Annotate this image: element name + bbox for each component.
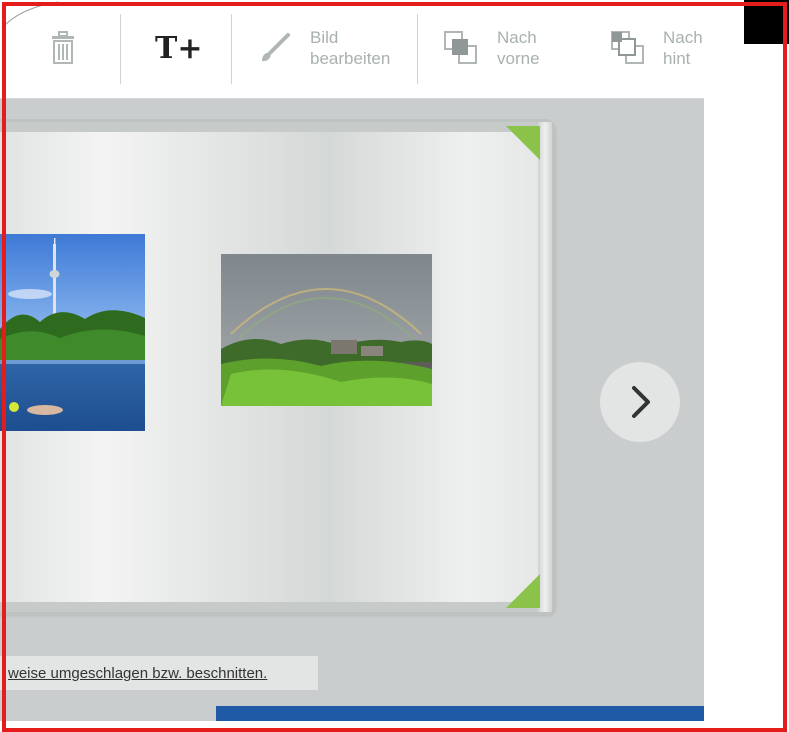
toolbar-divider bbox=[231, 14, 232, 84]
corner-handle-bottom-right[interactable] bbox=[506, 574, 540, 608]
bottom-action-bar[interactable] bbox=[216, 706, 704, 721]
device-edge bbox=[704, 0, 789, 721]
edit-image-button[interactable]: Bild bearbeiten bbox=[258, 0, 390, 96]
bring-forward-icon bbox=[444, 31, 477, 64]
cropping-notice-text[interactable]: weise umgeschlagen bzw. beschnitten. bbox=[8, 665, 267, 682]
device-corner bbox=[744, 0, 789, 44]
next-page-button[interactable] bbox=[600, 362, 680, 442]
add-text-icon: T+ bbox=[155, 30, 203, 66]
chevron-right-icon bbox=[632, 386, 650, 418]
brush-icon bbox=[262, 33, 290, 62]
bring-forward-button[interactable]: Nach vorne bbox=[443, 0, 540, 96]
add-text-button[interactable]: T+ bbox=[155, 0, 202, 96]
edit-image-label: Bild bearbeiten bbox=[310, 28, 391, 68]
toolbar: T+ Bild bearbeiten Nach vorne Nach hint bbox=[0, 0, 704, 99]
send-backward-button[interactable]: Nach hint bbox=[610, 0, 703, 96]
send-backward-label: Nach hint bbox=[663, 28, 703, 68]
toolbar-divider bbox=[120, 14, 121, 84]
bring-forward-label: Nach vorne bbox=[497, 28, 540, 68]
photo-rainbow[interactable] bbox=[221, 254, 432, 406]
cropping-notice[interactable]: weise umgeschlagen bzw. beschnitten. bbox=[0, 656, 318, 690]
page-edge-bottom bbox=[0, 602, 552, 612]
page-edge-right bbox=[538, 122, 552, 612]
photo-tower-lake-image bbox=[0, 234, 145, 431]
photobook-editor: T+ Bild bearbeiten Nach vorne Nach hint … bbox=[0, 0, 704, 721]
toolbar-divider bbox=[417, 14, 418, 84]
photo-rainbow-image bbox=[221, 254, 432, 406]
photo-tower-lake[interactable] bbox=[0, 234, 145, 431]
send-backward-icon bbox=[611, 31, 644, 64]
annotation-stroke bbox=[1, 1, 59, 29]
corner-handle-top-right[interactable] bbox=[506, 126, 540, 160]
page-edge-top bbox=[0, 122, 552, 132]
